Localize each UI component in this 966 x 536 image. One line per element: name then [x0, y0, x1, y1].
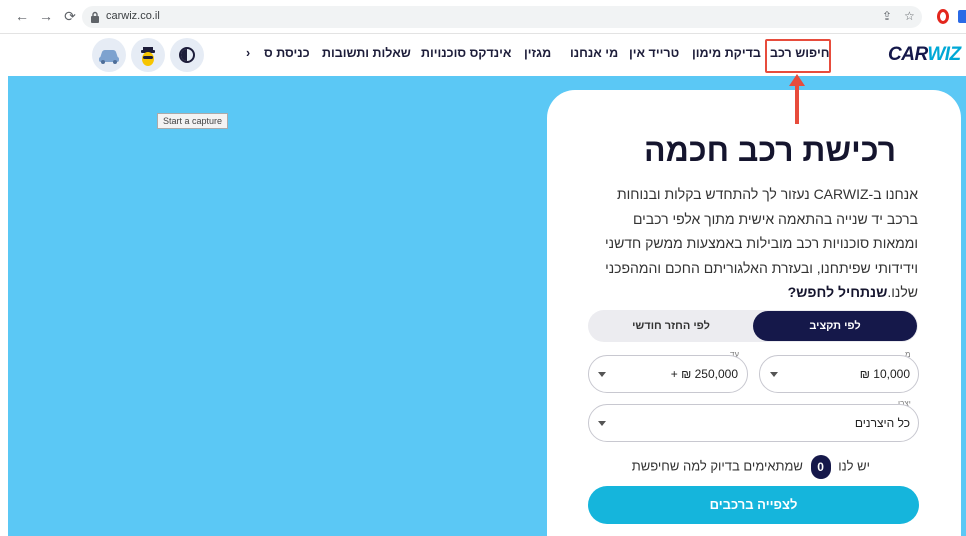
logo-wiz: WIZ — [927, 44, 961, 65]
nav-dealer-index[interactable]: אינדקס סוכנויות — [421, 46, 511, 60]
maker-value: כל היצרנים — [854, 416, 910, 430]
count-prefix: יש לנו — [838, 458, 870, 474]
price-from-value: 10,000 ₪ — [859, 367, 910, 381]
accessibility-mascot-button[interactable] — [131, 38, 165, 72]
address-bar[interactable]: carwiz.co.il ⇪ ☆ — [82, 6, 922, 28]
forward-arrow-icon[interactable]: → — [38, 8, 54, 24]
opera-extension-icon[interactable] — [937, 9, 949, 24]
contrast-toggle-button[interactable] — [170, 38, 204, 72]
back-arrow-icon[interactable]: ← — [14, 8, 30, 24]
count-badge: 0 — [810, 455, 831, 479]
toggle-by-budget[interactable]: לפי תקציב — [753, 311, 917, 341]
hero-description: אנחנו ב-CARWIZ נעזור לך להתחדש בקלות ובנ… — [590, 182, 918, 305]
share-icon[interactable]: ⇪ — [882, 9, 892, 23]
nav-more-chevron-icon[interactable]: ‹ — [246, 46, 250, 60]
chevron-down-icon — [598, 421, 606, 426]
carwiz-logo[interactable]: CARWIZ — [888, 44, 961, 66]
view-cars-button[interactable]: לצפייה ברכבים — [588, 486, 919, 524]
hero-description-cta: שנתחיל לחפש? — [787, 284, 888, 300]
mascot-icon — [141, 47, 155, 66]
bookmark-star-icon[interactable]: ☆ — [904, 9, 915, 23]
nav-magazine[interactable]: מגזין — [524, 46, 551, 60]
logo-car: CAR — [888, 44, 928, 65]
nav-login[interactable]: כניסת ס — [264, 46, 310, 60]
chevron-down-icon — [598, 372, 606, 377]
hero-description-text: אנחנו ב-CARWIZ נעזור לך להתחדש בקלות ובנ… — [604, 186, 918, 300]
count-suffix: שמתאימים בדיוק למה שחיפשת — [631, 458, 803, 474]
nav-about[interactable]: מי אנחנו — [570, 46, 618, 60]
nav-financing-check[interactable]: בדיקת מימון — [692, 46, 761, 60]
url-text: carwiz.co.il — [106, 10, 160, 22]
toggle-by-monthly[interactable]: לפי החזר חודשי — [590, 311, 752, 341]
nav-faq[interactable]: שאלות ותשובות — [322, 46, 411, 60]
results-count-row: יש לנו 0 שמתאימים בדיוק למה שחיפשת — [632, 455, 870, 479]
car-icon — [99, 50, 119, 64]
capture-tooltip: Start a capture — [157, 113, 229, 129]
reload-icon[interactable]: ⟳ — [62, 8, 78, 24]
nav-trade-in[interactable]: טרייד אין — [629, 46, 679, 60]
annotation-arrow-shaft — [795, 82, 799, 124]
lock-icon — [91, 11, 99, 23]
hero-title: רכישת רכב חכמה — [644, 132, 896, 168]
extension-icon[interactable] — [958, 10, 966, 23]
contrast-icon — [179, 47, 195, 63]
chevron-down-icon — [770, 372, 778, 377]
annotation-highlight-box — [765, 39, 831, 73]
car-icon-button[interactable] — [92, 38, 126, 72]
price-to-value: 250,000 ₪ + — [670, 367, 738, 381]
browser-toolbar: ← → ⟳ carwiz.co.il ⇪ ☆ — [0, 0, 966, 34]
